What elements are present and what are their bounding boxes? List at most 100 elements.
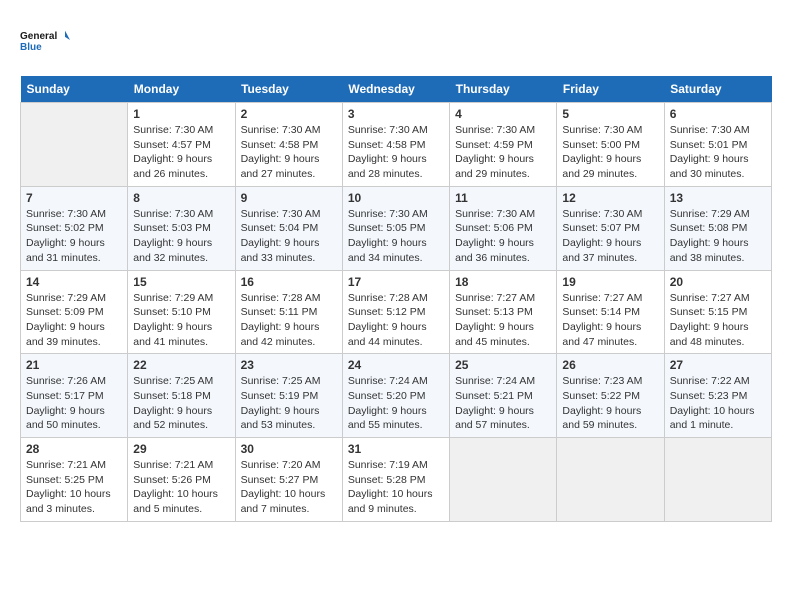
- sunrise-label: Sunrise: 7:27 AM: [455, 292, 535, 304]
- day-info: Sunrise: 7:30 AMSunset: 5:02 PMDaylight:…: [26, 207, 122, 266]
- day-info: Sunrise: 7:23 AMSunset: 5:22 PMDaylight:…: [562, 374, 658, 433]
- sunset-label: Sunset: 5:05 PM: [348, 222, 426, 234]
- week-row-5: 28 Sunrise: 7:21 AMSunset: 5:25 PMDayligh…: [21, 438, 772, 522]
- day-number: 11: [455, 191, 551, 205]
- day-number: 18: [455, 275, 551, 289]
- calendar-cell: 2Sunrise: 7:30 AMSunset: 4:58 PMDaylight…: [235, 103, 342, 187]
- sunset-label: Sunset: 5:14 PM: [562, 306, 640, 318]
- sunset-label: Sunset: 5:11 PM: [241, 306, 318, 318]
- sunrise-label: Sunrise: 7:30 AM: [133, 208, 213, 220]
- day-number: 25: [455, 358, 551, 372]
- daylight-label: Daylight: 9 hours and 55 minutes.: [348, 405, 427, 432]
- calendar-cell: 5Sunrise: 7:30 AMSunset: 5:00 PMDaylight…: [557, 103, 664, 187]
- day-info: Sunrise: 7:30 AMSunset: 5:06 PMDaylight:…: [455, 207, 551, 266]
- sunrise-label: Sunrise: 7:27 AM: [562, 292, 642, 304]
- calendar-cell: [450, 438, 557, 522]
- day-number: 1: [133, 107, 229, 121]
- daylight-label: Daylight: 9 hours and 29 minutes.: [455, 153, 534, 180]
- weekday-header-wednesday: Wednesday: [342, 76, 449, 103]
- day-number: 3: [348, 107, 444, 121]
- daylight-label: Daylight: 9 hours and 41 minutes.: [133, 321, 212, 348]
- svg-text:Blue: Blue: [20, 42, 42, 53]
- daylight-label: Daylight: 9 hours and 39 minutes.: [26, 321, 105, 348]
- day-info: Sunrise: 7:30 AMSunset: 5:05 PMDaylight:…: [348, 207, 444, 266]
- calendar-cell: 20 Sunrise: 7:27 AMSunset: 5:15 PMDayligh…: [664, 270, 771, 354]
- sunrise-label: Sunrise: 7:29 AM: [670, 208, 750, 220]
- daylight-label: Daylight: 9 hours and 45 minutes.: [455, 321, 534, 348]
- day-info: Sunrise: 7:28 AMSunset: 5:11 PMDaylight:…: [241, 291, 337, 350]
- calendar-cell: [557, 438, 664, 522]
- sunrise-label: Sunrise: 7:30 AM: [241, 124, 321, 136]
- calendar-cell: 22Sunrise: 7:25 AMSunset: 5:18 PMDayligh…: [128, 354, 235, 438]
- daylight-label: Daylight: 9 hours and 32 minutes.: [133, 237, 212, 264]
- sunset-label: Sunset: 5:20 PM: [348, 390, 426, 402]
- sunrise-label: Sunrise: 7:22 AM: [670, 375, 750, 387]
- calendar-cell: 14Sunrise: 7:29 AMSunset: 5:09 PMDayligh…: [21, 270, 128, 354]
- sunset-label: Sunset: 5:08 PM: [670, 222, 748, 234]
- daylight-label: Daylight: 9 hours and 59 minutes.: [562, 405, 641, 432]
- sunrise-label: Sunrise: 7:30 AM: [455, 124, 535, 136]
- day-number: 29: [133, 442, 229, 456]
- day-number: 28: [26, 442, 122, 456]
- daylight-label: Daylight: 9 hours and 26 minutes.: [133, 153, 212, 180]
- sunrise-label: Sunrise: 7:30 AM: [670, 124, 750, 136]
- day-info: Sunrise: 7:29 AMSunset: 5:09 PMDaylight:…: [26, 291, 122, 350]
- day-info: Sunrise: 7:27 AMSunset: 5:15 PMDaylight:…: [670, 291, 766, 350]
- day-number: 17: [348, 275, 444, 289]
- daylight-label: Daylight: 9 hours and 37 minutes.: [562, 237, 641, 264]
- calendar-cell: 6Sunrise: 7:30 AMSunset: 5:01 PMDaylight…: [664, 103, 771, 187]
- day-info: Sunrise: 7:24 AMSunset: 5:21 PMDaylight:…: [455, 374, 551, 433]
- sunrise-label: Sunrise: 7:30 AM: [133, 124, 213, 136]
- sunset-label: Sunset: 5:15 PM: [670, 306, 748, 318]
- sunrise-label: Sunrise: 7:29 AM: [26, 292, 106, 304]
- calendar-cell: 9Sunrise: 7:30 AMSunset: 5:04 PMDaylight…: [235, 186, 342, 270]
- day-number: 20: [670, 275, 766, 289]
- daylight-label: Daylight: 9 hours and 28 minutes.: [348, 153, 427, 180]
- calendar-cell: 29Sunrise: 7:21 AMSunset: 5:26 PMDayligh…: [128, 438, 235, 522]
- sunset-label: Sunset: 5:01 PM: [670, 139, 748, 151]
- day-number: 8: [133, 191, 229, 205]
- sunset-label: Sunset: 5:02 PM: [26, 222, 104, 234]
- calendar-cell: 8 Sunrise: 7:30 AM Sunset: 5:03 PM Daylight…: [128, 186, 235, 270]
- calendar-cell: 1 Sunrise: 7:30 AMSunset: 4:57 PMDaylight…: [128, 103, 235, 187]
- calendar-cell: 17Sunrise: 7:28 AMSunset: 5:12 PMDayligh…: [342, 270, 449, 354]
- daylight-label: Daylight: 9 hours and 50 minutes.: [26, 405, 105, 432]
- sunrise-label: Sunrise: 7:30 AM: [455, 208, 535, 220]
- day-info: Sunrise: 7:30 AM Sunset: 5:03 PM Daylight:…: [133, 207, 229, 266]
- week-row-4: 21Sunrise: 7:26 AMSunset: 5:17 PMDayligh…: [21, 354, 772, 438]
- daylight-label: Daylight: 10 hours and 1 minute.: [670, 405, 755, 432]
- sunset-label: Sunset: 5:26 PM: [133, 474, 211, 486]
- sunrise-label: Sunrise: 7:30 AM: [562, 208, 642, 220]
- day-info: Sunrise: 7:21 AMSunset: 5:25 PMDaylight:…: [26, 458, 122, 517]
- day-info: Sunrise: 7:27 AMSunset: 5:14 PMDaylight:…: [562, 291, 658, 350]
- day-info: Sunrise: 7:30 AMSunset: 4:57 PMDaylight:…: [133, 123, 229, 182]
- calendar-cell: 26Sunrise: 7:23 AMSunset: 5:22 PMDayligh…: [557, 354, 664, 438]
- day-number: 4: [455, 107, 551, 121]
- sunrise-label: Sunrise: 7:21 AM: [133, 459, 213, 471]
- sunrise-label: Sunrise: 7:24 AM: [455, 375, 535, 387]
- daylight-label: Daylight: 9 hours and 33 minutes.: [241, 237, 320, 264]
- calendar-cell: 4 Sunrise: 7:30 AM Sunset: 4:59 PM Daylight…: [450, 103, 557, 187]
- calendar-cell: 28 Sunrise: 7:21 AMSunset: 5:25 PMDayligh…: [21, 438, 128, 522]
- day-info: Sunrise: 7:24 AMSunset: 5:20 PMDaylight:…: [348, 374, 444, 433]
- daylight-label: Daylight: 9 hours and 42 minutes.: [241, 321, 320, 348]
- calendar-cell: 25 Sunrise: 7:24 AMSunset: 5:21 PMDayligh…: [450, 354, 557, 438]
- day-number: 24: [348, 358, 444, 372]
- day-number: 21: [26, 358, 122, 372]
- sunset-label: Sunset: 4:59 PM: [455, 139, 533, 151]
- calendar-cell: 13Sunrise: 7:29 AMSunset: 5:08 PMDayligh…: [664, 186, 771, 270]
- day-number: 15: [133, 275, 229, 289]
- daylight-label: Daylight: 9 hours and 52 minutes.: [133, 405, 212, 432]
- day-info: Sunrise: 7:30 AMSunset: 4:58 PMDaylight:…: [348, 123, 444, 182]
- day-number: 6: [670, 107, 766, 121]
- calendar-cell: 12Sunrise: 7:30 AMSunset: 5:07 PMDayligh…: [557, 186, 664, 270]
- sunrise-label: Sunrise: 7:30 AM: [241, 208, 321, 220]
- calendar-cell: 30Sunrise: 7:20 AMSunset: 5:27 PMDayligh…: [235, 438, 342, 522]
- week-row-2: 7Sunrise: 7:30 AMSunset: 5:02 PMDaylight…: [21, 186, 772, 270]
- week-row-1: 1 Sunrise: 7:30 AMSunset: 4:57 PMDaylight…: [21, 103, 772, 187]
- calendar-cell: 31Sunrise: 7:19 AMSunset: 5:28 PMDayligh…: [342, 438, 449, 522]
- logo: General Blue: [20, 20, 70, 60]
- calendar-cell: 10Sunrise: 7:30 AMSunset: 5:05 PMDayligh…: [342, 186, 449, 270]
- day-number: 22: [133, 358, 229, 372]
- sunset-label: Sunset: 5:03 PM: [133, 222, 211, 234]
